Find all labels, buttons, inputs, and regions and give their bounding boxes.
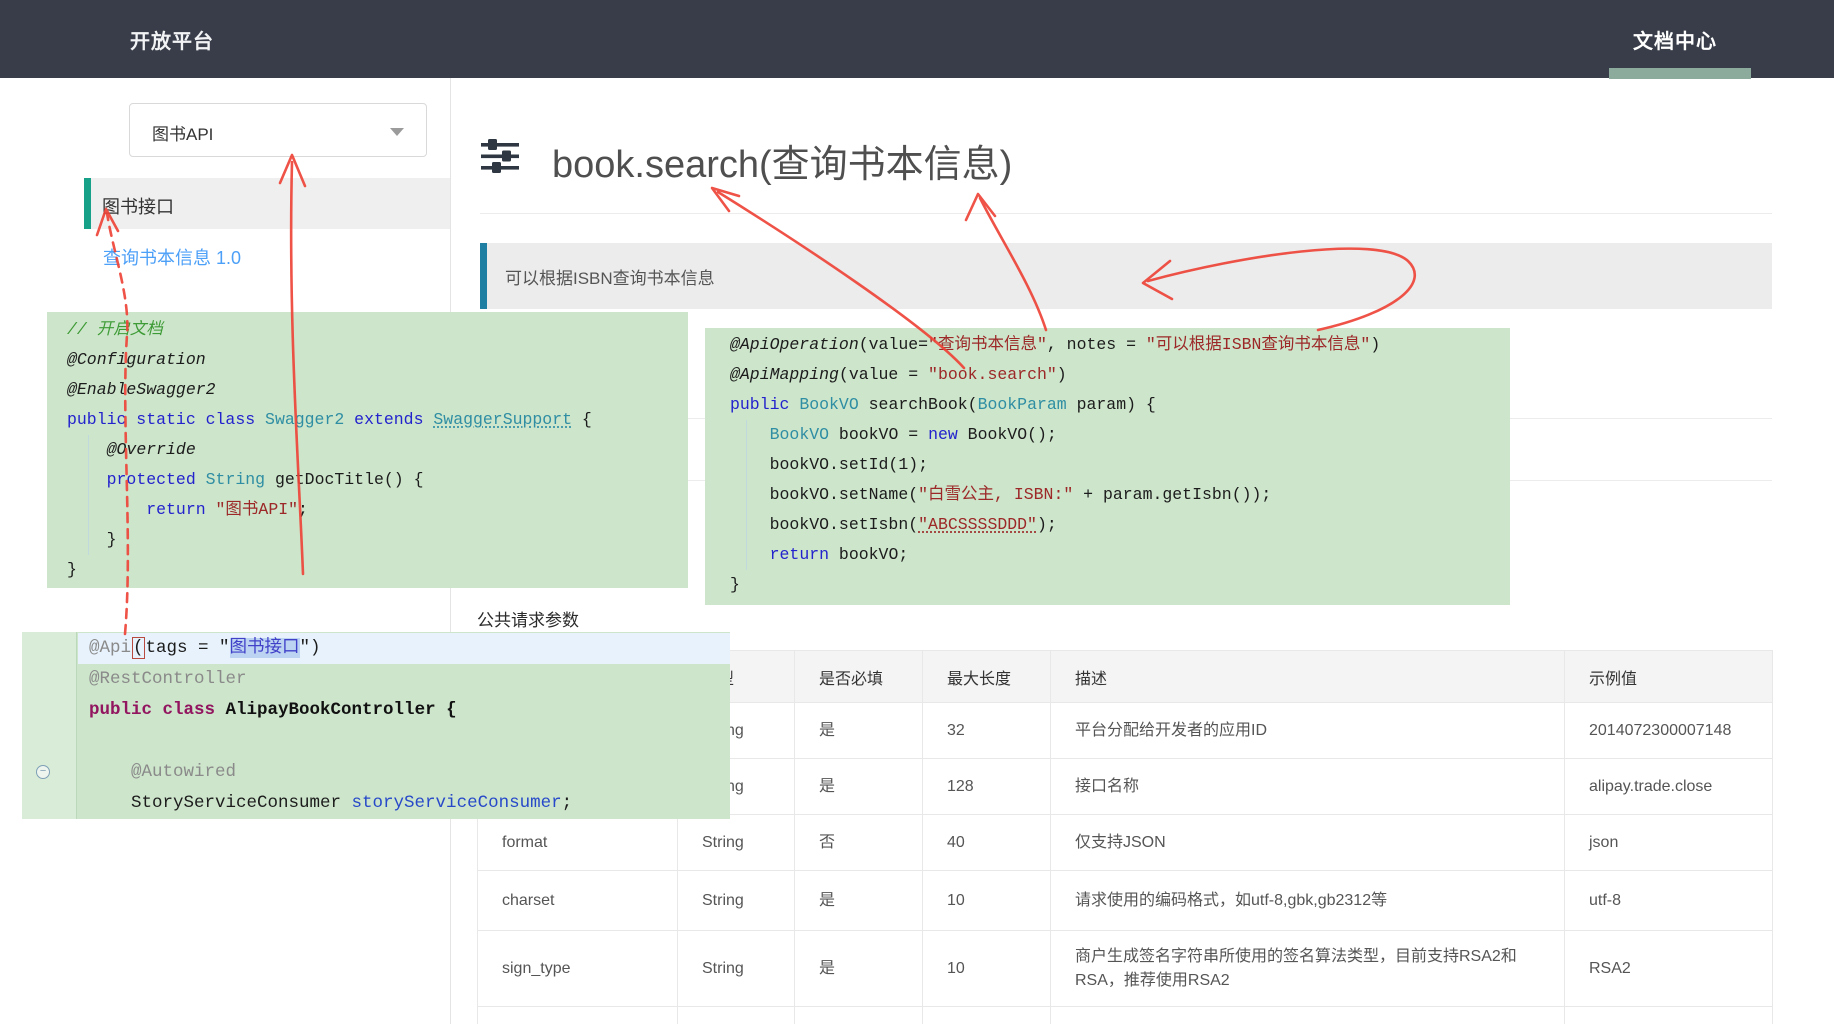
sidebar-item-label: 图书接口: [102, 193, 174, 219]
code-line: // 开启文档: [67, 315, 688, 345]
table-cell: 40: [923, 815, 1051, 871]
table-cell: [923, 1007, 1051, 1024]
page-title: book.search(查询书本信息): [552, 133, 1012, 188]
table-cell: 10: [923, 871, 1051, 931]
summary-banner-text: 可以根据ISBN查询书本信息: [505, 264, 715, 289]
indent-guide: [746, 420, 747, 570]
api-select-dropdown[interactable]: 图书API: [129, 103, 427, 157]
code-line: @Autowired: [78, 757, 730, 788]
table-cell: 2014072300007148: [1565, 703, 1773, 759]
code-line: BookVO bookVO = new BookVO();: [730, 420, 1510, 450]
code-line: return bookVO;: [730, 540, 1510, 570]
code-block-controller-class: − @Api(tags = "图书接口")@RestControllerpubl…: [22, 632, 730, 819]
table-row: [478, 1007, 1773, 1024]
table-cell: String: [678, 871, 795, 931]
active-nav-indicator: [1609, 68, 1751, 79]
table-cell: sign_type: [478, 931, 678, 1007]
table-cell: 是: [795, 703, 923, 759]
code-line: bookVO.setIsbn("ABCSSSSDDD");: [730, 510, 1510, 540]
table-cell: 是: [795, 871, 923, 931]
code-line: public class AlipayBookController {: [78, 695, 730, 726]
indent-guide: [88, 435, 89, 555]
table-cell: utf-8: [1565, 871, 1773, 931]
table-cell: format: [478, 815, 678, 871]
sliders-icon: [481, 138, 521, 179]
table-cell: String: [678, 931, 795, 1007]
table-cell: 平台分配给开发者的应用ID: [1051, 703, 1565, 759]
code-line: StoryServiceConsumer storyServiceConsume…: [78, 788, 730, 819]
table-cell: [795, 1007, 923, 1024]
title-divider: [480, 213, 1772, 214]
table-cell: [478, 1007, 678, 1024]
code-line: bookVO.setId(1);: [730, 450, 1510, 480]
code-line: }: [730, 570, 1510, 600]
table-cell: 请求使用的编码格式，如utf-8,gbk,gb2312等: [1051, 871, 1565, 931]
table-cell: 32: [923, 703, 1051, 759]
code-line: bookVO.setName("白雪公主, ISBN:" + param.get…: [730, 480, 1510, 510]
code-block-swagger-config: // 开启文档@Configuration@EnableSwagger2publ…: [47, 312, 688, 588]
code-line: return "图书API";: [67, 495, 688, 525]
sidebar-item-api-group[interactable]: 图书接口: [84, 178, 450, 229]
table-cell: 128: [923, 759, 1051, 815]
table-cell: json: [1565, 815, 1773, 871]
arrow-mapping-to-title-head: [712, 188, 739, 211]
code-line: }: [67, 525, 688, 555]
code-line: @ApiOperation(value="查询书本信息", notes = "可…: [730, 330, 1510, 360]
code-line: @ApiMapping(value = "book.search"): [730, 360, 1510, 390]
table-cell: alipay.trade.close: [1565, 759, 1773, 815]
code-line: protected String getDocTitle() {: [67, 465, 688, 495]
section-heading: 公共请求参数: [477, 606, 579, 631]
nav-item-doc-center[interactable]: 文档中心: [1633, 25, 1717, 54]
table-cell: [678, 1007, 795, 1024]
api-select-value: 图书API: [152, 120, 213, 145]
table-row: formatString否40仅支持JSONjson: [478, 815, 1773, 871]
chevron-down-icon: [390, 128, 404, 136]
page: 图书API 图书接口 查询书本信息 1.0 book.search(查询书本信息…: [0, 0, 1834, 1024]
table-row: sign_typeString是10商户生成签名字符串所使用的签名算法类型，目前…: [478, 931, 1773, 1007]
table-header-cell: 是否必填: [795, 651, 923, 703]
table-cell: charset: [478, 871, 678, 931]
table-cell: [1051, 1007, 1565, 1024]
table-cell: RSA2: [1565, 931, 1773, 1007]
active-item-accent-bar: [84, 178, 91, 229]
code-line: @Configuration: [67, 345, 688, 375]
code-line: public static class Swagger2 extends Swa…: [67, 405, 688, 435]
table-cell: [1565, 1007, 1773, 1024]
table-row: charsetString是10请求使用的编码格式，如utf-8,gbk,gb2…: [478, 871, 1773, 931]
table-cell: String: [678, 815, 795, 871]
top-navbar: 开放平台 文档中心: [0, 0, 1834, 78]
code-line: @Api(tags = "图书接口"): [78, 633, 730, 664]
table-cell: 接口名称: [1051, 759, 1565, 815]
code-line: @RestController: [78, 664, 730, 695]
code-line: public BookVO searchBook(BookParam param…: [730, 390, 1510, 420]
table-cell: 10: [923, 931, 1051, 1007]
table-header-cell: 最大长度: [923, 651, 1051, 703]
code-fold-icon[interactable]: −: [36, 765, 50, 779]
code-line: }: [67, 555, 688, 585]
table-cell: 商户生成签名字符串所使用的签名算法类型，目前支持RSA2和RSA，推荐使用RSA…: [1051, 931, 1565, 1007]
table-cell: 是: [795, 759, 923, 815]
editor-gutter: −: [22, 632, 77, 819]
code-line: [78, 726, 730, 757]
table-header-cell: 示例值: [1565, 651, 1773, 703]
brand-title: 开放平台: [130, 25, 214, 54]
sidebar-version-link[interactable]: 查询书本信息 1.0: [103, 244, 241, 270]
code-block-search-method: @ApiOperation(value="查询书本信息", notes = "可…: [705, 328, 1510, 605]
summary-banner: 可以根据ISBN查询书本信息: [480, 243, 1772, 309]
arrow-value-to-title-head: [966, 194, 995, 220]
table-cell: 仅支持JSON: [1051, 815, 1565, 871]
code-line: @EnableSwagger2: [67, 375, 688, 405]
table-header-cell: 描述: [1051, 651, 1565, 703]
table-cell: 否: [795, 815, 923, 871]
table-cell: 是: [795, 931, 923, 1007]
code-line: @Override: [67, 435, 688, 465]
